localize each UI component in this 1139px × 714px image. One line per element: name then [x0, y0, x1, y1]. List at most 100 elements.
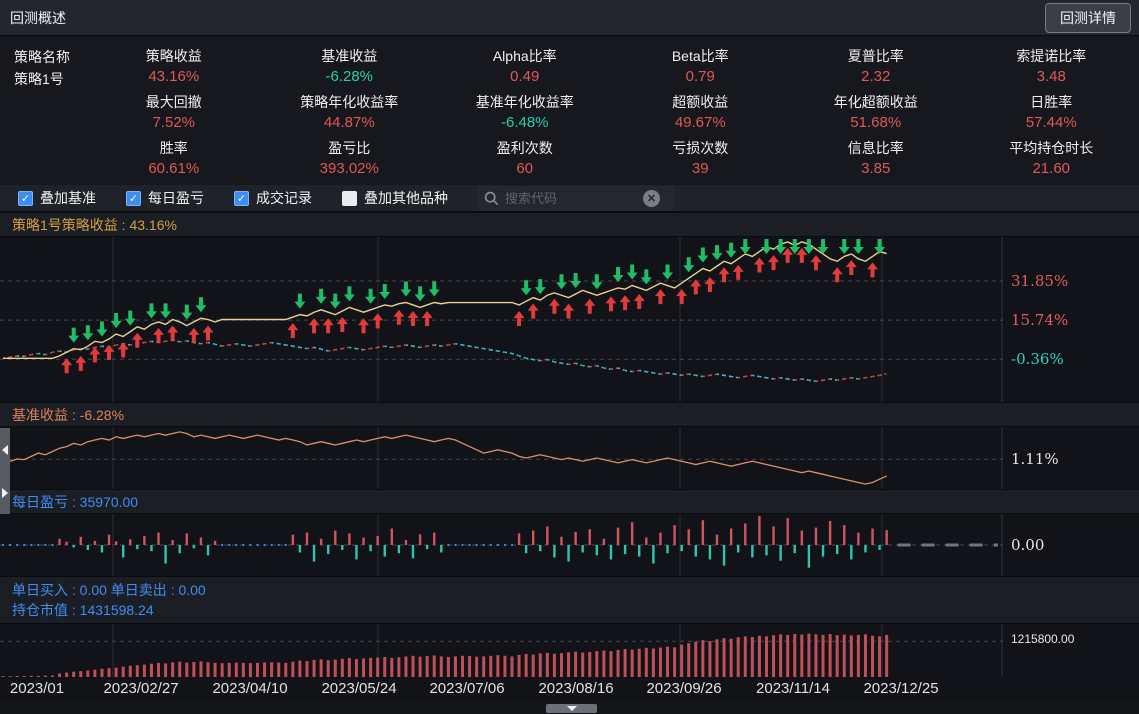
stat-value: -6.28% [262, 66, 438, 87]
axis-value-label: -0.36% [1011, 350, 1064, 368]
stat-label: 超额收益 [613, 92, 789, 112]
stat-cell: Beta比率0.79 [613, 46, 789, 90]
strategy-name-label: 策略名称 [14, 46, 86, 68]
stat-label: 夏普比率 [788, 46, 964, 66]
checkbox-2[interactable]: ✓每日盈亏 [126, 188, 204, 208]
checkbox-4[interactable]: 叠加其他品种 [342, 188, 448, 208]
stat-cell: 超额收益49.67% [613, 92, 789, 136]
stat-value: 43.16% [86, 66, 262, 87]
daily-buy-sell-text: 单日买入 : 0.00 单日卖出 : 0.00 [12, 580, 1139, 600]
search-box[interactable]: ✕ [478, 186, 674, 211]
stat-cell: 最大回撤7.52% [86, 92, 262, 136]
position-value-chart[interactable] [0, 624, 1003, 677]
strategy-return-chart[interactable] [0, 237, 1003, 402]
backtest-detail-button[interactable]: 回测详情 [1045, 3, 1131, 33]
stat-label: 信息比率 [788, 138, 964, 158]
x-axis: 2023/012023/02/272023/04/102023/05/24202… [0, 677, 1139, 702]
position-value-text: 持仓市值 : 1431598.24 [12, 600, 1139, 620]
checkbox-3[interactable]: ✓ 成交记录 [234, 188, 312, 208]
benchmark-title: 基准收益 : -6.28% [12, 405, 1139, 425]
stat-value: 49.67% [613, 112, 789, 133]
stat-value: 21.60 [964, 158, 1139, 179]
checkbox-1[interactable]: ✓ 叠加基准 [18, 188, 96, 208]
chevron-down-icon [567, 706, 577, 711]
checkbox-label: 成交记录 [256, 188, 312, 208]
checkbox-label: 叠加其他品种 [364, 188, 448, 208]
stat-cell: 索提诺比率3.48 [964, 46, 1139, 90]
stat-value: 0.79 [613, 66, 789, 87]
titlebar: 回测概述 回测详情 [0, 0, 1139, 36]
x-tick-label: 2023/09/26 [646, 680, 721, 697]
x-tick-label: 2023/11/14 [756, 680, 830, 697]
axis-value-label: 15.74% [1011, 311, 1068, 329]
stat-cell: 策略年化收益率44.87% [262, 92, 438, 136]
strategy-return-axis: 31.85% 15.74% -0.36% [1003, 237, 1139, 402]
checkbox-checked-icon[interactable]: ✓ [126, 191, 141, 206]
strategy-name-value: 策略1号 [14, 68, 86, 90]
stat-value: 7.52% [86, 112, 262, 133]
stat-cell: 日胜率57.44% [964, 92, 1139, 136]
x-tick-label: 2023/05/24 [321, 680, 396, 697]
strategy-name-block: 策略名称 策略1号 [14, 46, 86, 185]
chevron-left-icon [2, 445, 8, 455]
page-title: 回测概述 [8, 8, 66, 28]
daily-pnl-title: 每日盈亏 : 35970.00 [12, 492, 1139, 512]
checkbox-label: 叠加基准 [40, 188, 96, 208]
stat-label: Beta比率 [613, 46, 789, 66]
benchmark-header: 基准收益 : -6.28% [0, 402, 1139, 427]
stat-cell: 夏普比率2.32 [788, 46, 964, 90]
checkbox-checked-icon[interactable]: ✓ [18, 191, 33, 206]
stat-label: 盈利次数 [437, 138, 613, 158]
position-header: 单日买入 : 0.00 单日卖出 : 0.00 持仓市值 : 1431598.2… [0, 576, 1139, 624]
daily-pnl-axis: 0.00 [1003, 514, 1139, 576]
x-tick-label: 2023/08/16 [538, 680, 613, 697]
axis-value-label: 31.85% [1011, 272, 1068, 290]
stat-cell: Alpha比率0.49 [437, 46, 613, 90]
stat-label: Alpha比率 [437, 46, 613, 66]
chevron-right-icon [2, 488, 8, 498]
strategy-return-header: 策略1号策略收益 : 43.16% [0, 212, 1139, 237]
x-tick-label: 2023/12/25 [863, 680, 938, 697]
stat-label: 策略收益 [86, 46, 262, 66]
stat-value: 60 [437, 158, 613, 179]
chart-control-bar: ✓叠加基准✓每日盈亏✓成交记录叠加其他品种 ✕ [0, 185, 1139, 212]
strategy-return-title: 策略1号策略收益 : 43.16% [12, 215, 1139, 235]
stat-value: 0.49 [437, 66, 613, 87]
axis-value-label: 1215800.00 [1011, 632, 1074, 646]
axis-value-label: 0.00 [1011, 536, 1044, 554]
search-input[interactable] [505, 191, 635, 206]
stat-value: 44.87% [262, 112, 438, 133]
stat-cell: 基准收益-6.28% [262, 46, 438, 90]
stat-value: 393.02% [262, 158, 438, 179]
stat-value: -6.48% [437, 112, 613, 133]
stat-label: 胜率 [86, 138, 262, 158]
left-splitter-handle[interactable] [0, 428, 10, 514]
stats-panel: 策略名称 策略1号 策略收益43.16%基准收益-6.28%Alpha比率0.4… [0, 36, 1139, 185]
stats-grid: 策略收益43.16%基准收益-6.28%Alpha比率0.49Beta比率0.7… [86, 46, 1139, 185]
stat-value: 60.61% [86, 158, 262, 179]
x-tick-label: 2023/01 [10, 680, 64, 697]
stat-label: 年化超额收益 [788, 92, 964, 112]
stat-cell: 平均持仓时长21.60 [964, 138, 1139, 182]
stat-cell: 盈亏比393.02% [262, 138, 438, 182]
stat-cell: 年化超额收益51.68% [788, 92, 964, 136]
stat-label: 索提诺比率 [964, 46, 1139, 66]
x-tick-label: 2023/07/06 [429, 680, 504, 697]
stat-label: 平均持仓时长 [964, 138, 1139, 158]
checkbox-checked-icon[interactable]: ✓ [234, 191, 249, 206]
stat-value: 39 [613, 158, 789, 179]
clear-search-icon[interactable]: ✕ [643, 190, 660, 207]
stat-value: 3.85 [788, 158, 964, 179]
stat-cell: 亏损次数39 [613, 138, 789, 182]
stat-cell: 胜率60.61% [86, 138, 262, 182]
stat-label: 基准收益 [262, 46, 438, 66]
benchmark-chart[interactable] [0, 427, 1003, 489]
daily-pnl-header: 每日盈亏 : 35970.00 [0, 489, 1139, 514]
axis-value-label: 1.11% [1011, 450, 1059, 468]
stat-cell: 基准年化收益率-6.48% [437, 92, 613, 136]
bottom-splitter-handle[interactable] [546, 704, 597, 713]
stat-label: 最大回撤 [86, 92, 262, 112]
checkbox-unchecked-icon[interactable] [342, 191, 357, 206]
daily-pnl-chart[interactable] [0, 514, 1003, 576]
search-icon [484, 191, 499, 206]
